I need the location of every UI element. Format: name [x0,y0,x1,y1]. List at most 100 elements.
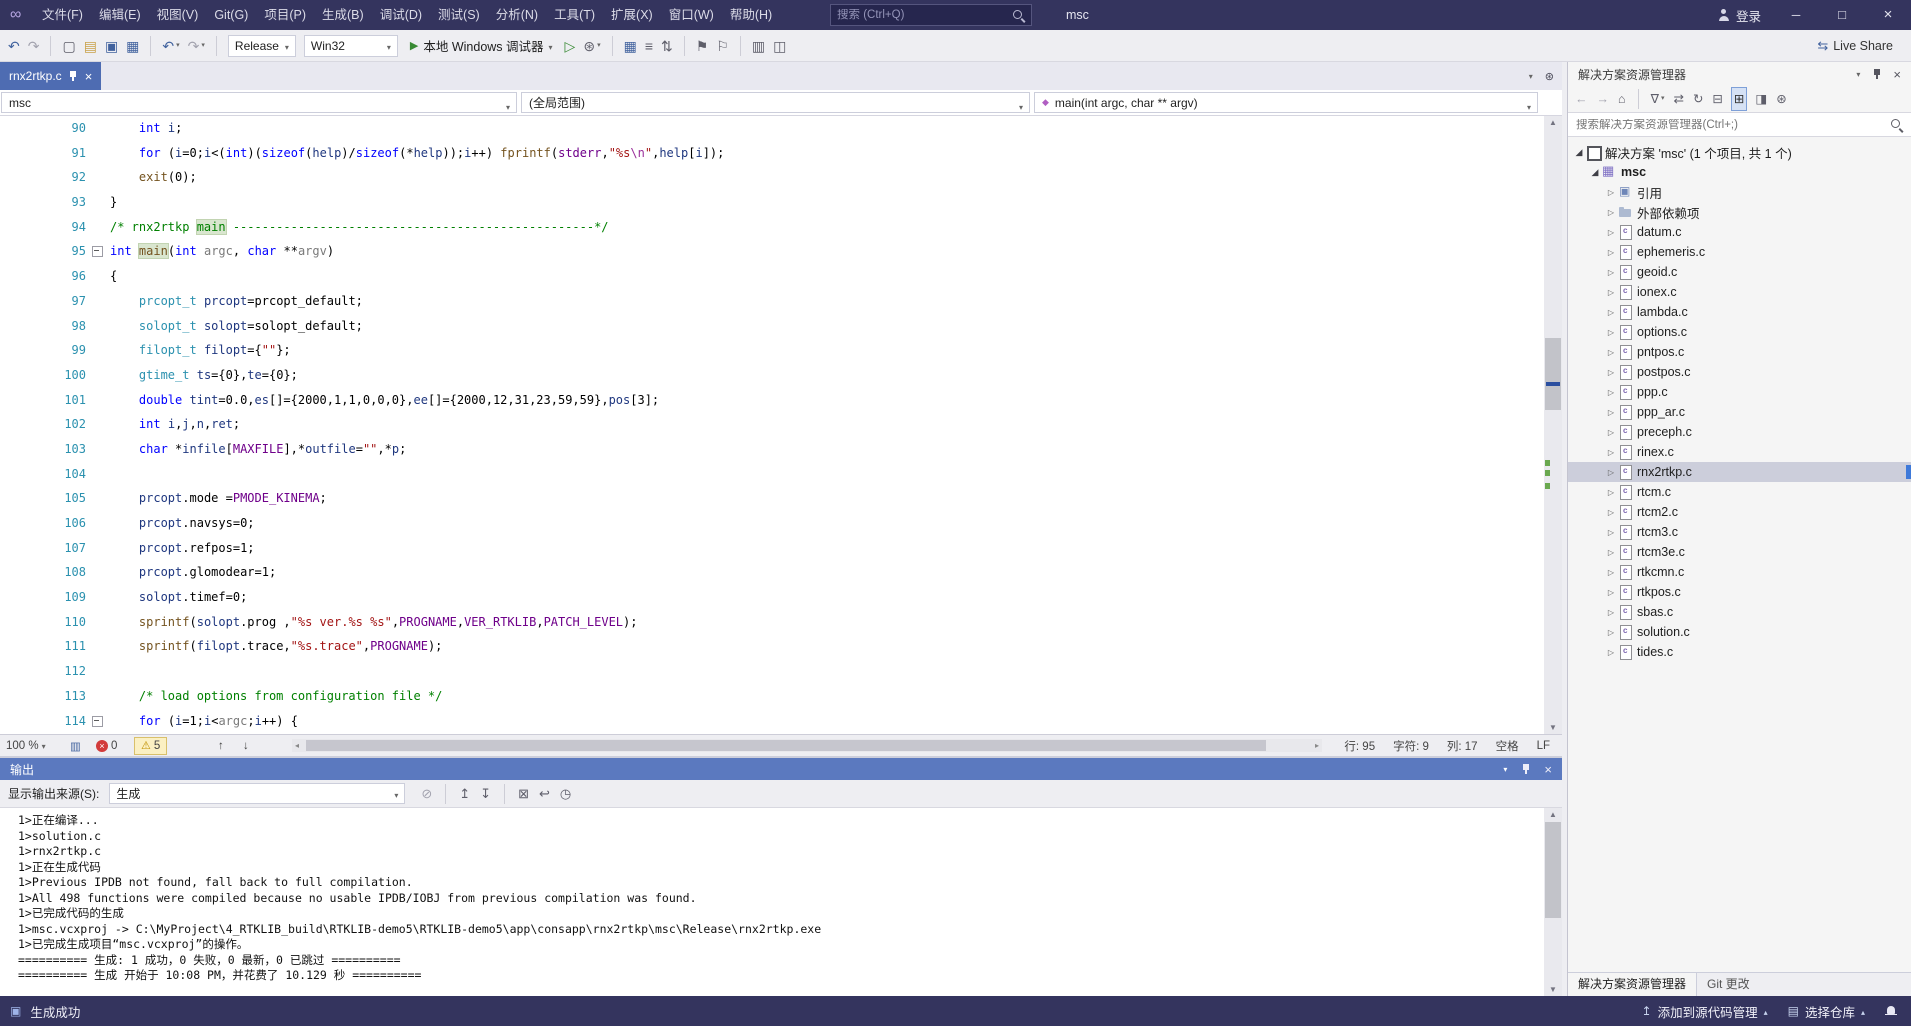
menu-item[interactable]: 窗口(W) [661,0,722,30]
error-count[interactable]: 0 [96,735,117,756]
tab-rnx2rtkp[interactable]: rnx2rtkp.c [0,62,102,90]
live-share-button[interactable]: ⇆ Live Share [1817,38,1903,54]
output-panel-header[interactable]: 输出 × [0,758,1562,780]
scroll-right-icon[interactable]: ▸ [1315,739,1319,752]
scrollbar-thumb[interactable] [1545,338,1561,410]
search-icon[interactable] [1890,118,1903,131]
nav-forward-icon[interactable]: ↷ [28,36,40,56]
close-icon[interactable] [85,69,93,84]
scrollbar-thumb[interactable] [1545,822,1561,918]
code-line[interactable]: 102 int i,j,n,ret; [0,412,1544,437]
menu-item[interactable]: 项目(P) [256,0,314,30]
home-icon[interactable]: ⌂ [1618,89,1626,109]
tree-item-rtcm3e.c[interactable]: ▷rtcm3e.c [1568,542,1911,562]
tree-item-rnx2rtkp.c[interactable]: ▷rnx2rtkp.c [1568,462,1911,482]
background-task-icon[interactable]: ▣ [10,1004,21,1018]
pin-icon[interactable] [1521,763,1530,775]
menu-item[interactable]: 分析(N) [488,0,546,30]
notifications-icon[interactable] [1885,1005,1897,1018]
tree-item-rtkcmn.c[interactable]: ▷rtkcmn.c [1568,562,1911,582]
next-message-icon[interactable]: ↧ [480,784,491,804]
tree-item-geoid.c[interactable]: ▷geoid.c [1568,262,1911,282]
expand-arrow-icon[interactable]: ▷ [1604,608,1618,617]
code-line[interactable]: 97 prcopt_t prcopt=prcopt_default; [0,289,1544,314]
output-source-dropdown[interactable]: 生成 [109,783,406,804]
open-file-icon[interactable]: ▤ [84,36,97,56]
active-files-chevron-icon[interactable] [1529,70,1533,82]
output-log[interactable]: 1>正在编译... 1>solution.c 1>rnx2rtkp.c 1>正在生成代… [0,808,1562,996]
configuration-select[interactable]: Release [227,34,296,57]
tree-item-rinex.c[interactable]: ▷rinex.c [1568,442,1911,462]
close-icon[interactable]: × [1893,67,1901,82]
menu-item[interactable]: 视图(V) [149,0,207,30]
quick-search-box[interactable] [830,4,1032,26]
pin-icon[interactable] [1872,68,1881,80]
next-issue-icon[interactable]: ↓ [243,735,249,756]
properties-icon[interactable]: ⊛ [1776,89,1786,109]
forward-icon[interactable]: → [1597,89,1610,109]
undo-icon[interactable]: ↶ ▾ [162,36,179,56]
tree-item--[interactable]: ▷ 外部依赖项 [1568,202,1911,222]
expand-arrow-icon[interactable]: ▷ [1604,368,1618,377]
scroll-down-icon[interactable]: ▼ [1544,723,1562,732]
menu-item[interactable]: 工具(T) [546,0,603,30]
preview-icon[interactable]: ◨ [1755,89,1767,109]
chevron-down-icon[interactable] [1856,69,1860,80]
tree-item-solution.c[interactable]: ▷solution.c [1568,622,1911,642]
outline-collapse-icon[interactable] [86,239,110,264]
minimize-button[interactable] [1773,0,1819,30]
expand-arrow-icon[interactable]: ▷ [1604,508,1618,517]
expand-arrow-icon[interactable]: ▷ [1604,568,1618,577]
navigate-lines-icon[interactable]: ⇅ [661,36,673,56]
menu-item[interactable]: 帮助(H) [722,0,780,30]
solution-explorer-header[interactable]: 解决方案资源管理器 × [1568,62,1911,86]
expand-arrow-icon[interactable]: ▷ [1604,628,1618,637]
expand-arrow-icon[interactable]: ▷ [1604,208,1618,217]
code-line[interactable]: 101 double tint=0.0,es[]={2000,1,1,0,0,0… [0,388,1544,413]
column-indicator[interactable]: 列: 17 [1447,738,1478,754]
code-line[interactable]: 106 prcopt.navsys=0; [0,511,1544,536]
tab-options-icon[interactable]: ⊛ [1545,70,1554,83]
chevron-down-icon[interactable] [1503,764,1507,775]
show-all-files-icon[interactable]: ⊞ [1730,87,1748,111]
code-line[interactable]: 113 /* load options from configuration f… [0,684,1544,709]
sync-icon[interactable]: ⇄ [1673,89,1683,109]
code-line[interactable]: 93} [0,190,1544,215]
expand-arrow-icon[interactable]: ▷ [1604,288,1618,297]
save-icon[interactable]: ▣ [105,36,118,56]
tree-item-preceph.c[interactable]: ▷preceph.c [1568,422,1911,442]
find-in-files-icon[interactable]: ▥ [752,36,765,56]
expand-arrow-icon[interactable]: ▷ [1604,588,1618,597]
tree-item-rtcm2.c[interactable]: ▷rtcm2.c [1568,502,1911,522]
expand-arrow-icon[interactable]: ▷ [1604,548,1618,557]
code-line[interactable]: 94 /* rnx2rtkp main ---------------------… [0,215,1544,240]
tree-item-project[interactable]: ◢msc [1568,162,1911,182]
quick-search-input[interactable] [831,9,1012,21]
maximize-button[interactable] [1819,0,1865,30]
previous-message-icon[interactable]: ↥ [459,784,470,804]
menu-item[interactable]: Git(G) [206,0,256,30]
tree-item-sbas.c[interactable]: ▷sbas.c [1568,602,1911,622]
editor-vertical-scrollbar[interactable]: ▲ ▼ [1544,116,1562,734]
code-line[interactable]: 104 [0,462,1544,487]
collapse-all-icon[interactable]: ⊟ [1712,89,1722,109]
tree-item-ephemeris.c[interactable]: ▷ephemeris.c [1568,242,1911,262]
nav-back-icon[interactable]: ↶ [8,36,20,56]
health-indicator-icon[interactable]: ▥ [70,735,81,756]
tree-item-ionex.c[interactable]: ▷ionex.c [1568,282,1911,302]
vs-logo-icon[interactable] [10,0,21,30]
refresh-icon[interactable]: ↻ [1693,89,1703,109]
menu-item[interactable]: 生成(B) [314,0,372,30]
expand-arrow-icon[interactable]: ▷ [1604,408,1618,417]
tree-item-rtcm.c[interactable]: ▷rtcm.c [1568,482,1911,502]
clear-all-icon[interactable]: ⊠ [518,784,529,804]
expand-arrow-icon[interactable]: ◢ [1588,167,1602,178]
expand-arrow-icon[interactable]: ▷ [1604,268,1618,277]
menu-item[interactable]: 调试(D) [372,0,430,30]
expand-arrow-icon[interactable]: ▷ [1604,528,1618,537]
close-button[interactable] [1865,0,1911,30]
code-line[interactable]: 111 sprintf(filopt.trace,"%s.trace",PROG… [0,634,1544,659]
select-repository-button[interactable]: ▤ 选择仓库 [1788,1002,1865,1021]
tree-item-solution[interactable]: ◢ 解决方案 'msc' (1 个项目, 共 1 个) [1568,142,1911,162]
menu-item[interactable]: 测试(S) [430,0,488,30]
